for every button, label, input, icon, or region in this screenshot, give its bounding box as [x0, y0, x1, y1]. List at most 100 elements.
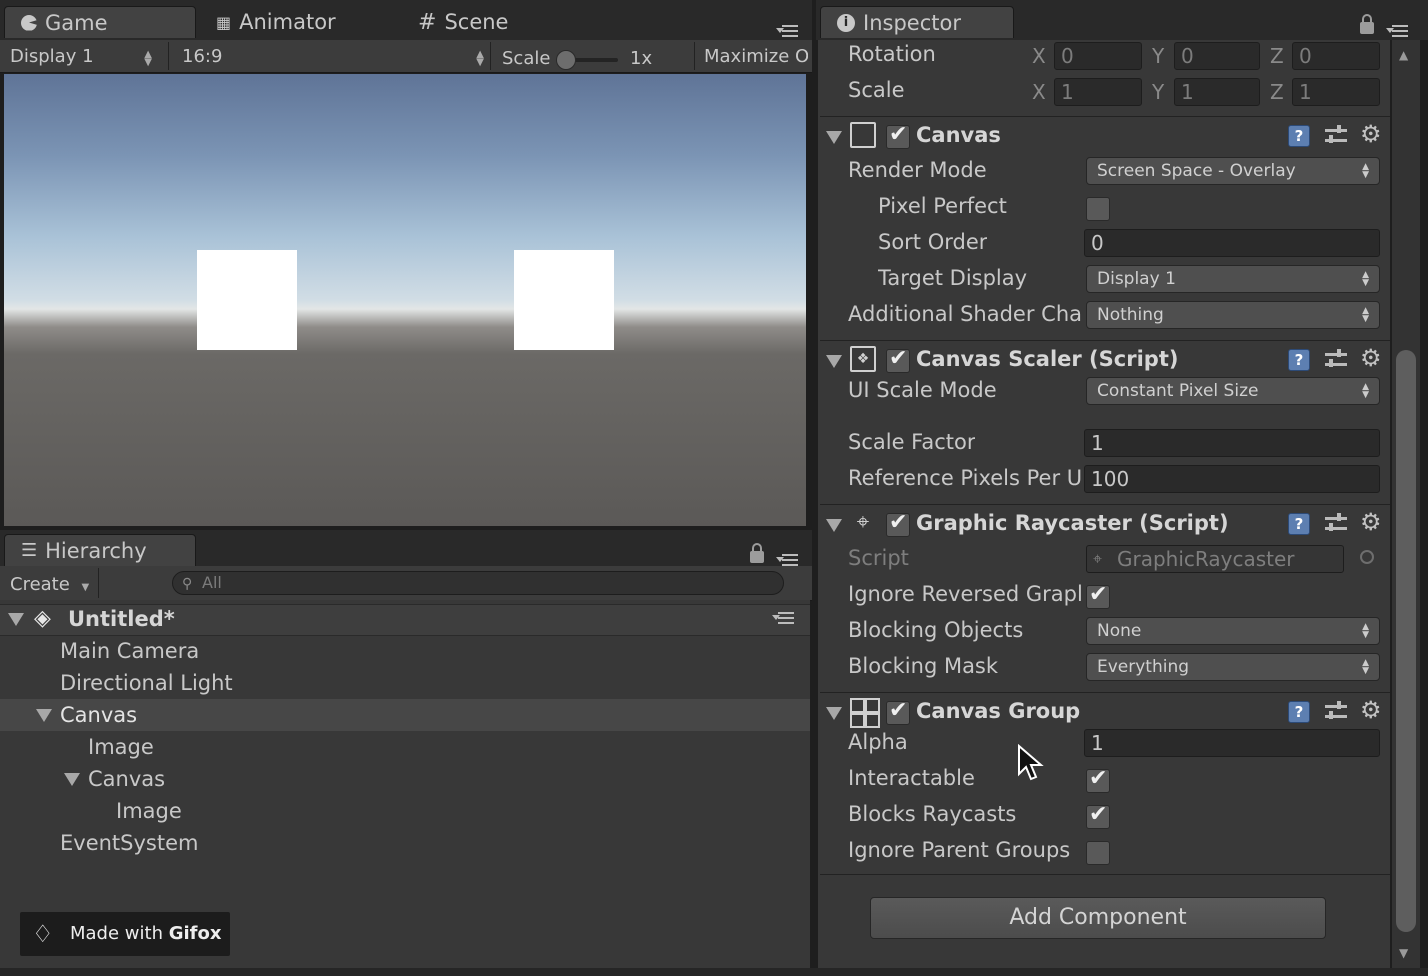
help-icon[interactable]: ? [1288, 349, 1310, 371]
collapse-triangle-icon[interactable] [826, 519, 842, 532]
alpha-field[interactable]: 1 [1084, 729, 1380, 757]
scale-factor-field[interactable]: 1 [1084, 429, 1380, 457]
blocking-objects-label: Blocking Objects [848, 618, 1024, 642]
aspect-dropdown[interactable]: 16:9 ▲ ▼ [182, 46, 484, 68]
scroll-down-icon[interactable]: ▼ [1399, 946, 1408, 960]
scroll-up-icon[interactable]: ▲ [1399, 48, 1408, 62]
interactable-checkbox[interactable] [1086, 766, 1110, 793]
inspector-menu-icon[interactable] [1386, 22, 1408, 38]
tab-scene[interactable]: # Scene [402, 6, 602, 38]
expand-triangle-icon[interactable] [8, 613, 24, 626]
help-icon[interactable]: ? [1288, 701, 1310, 723]
scale-z-field[interactable]: 1 [1292, 78, 1380, 106]
gifox-watermark: ♢ Made with Gifox [20, 912, 230, 956]
render-mode-dropdown[interactable]: Screen Space - Overlay ▲ ▼ [1086, 157, 1380, 185]
script-field: ⌖ GraphicRaycaster [1086, 545, 1344, 573]
scene-name: Untitled* [68, 607, 175, 631]
list-item[interactable]: Image [0, 731, 810, 763]
hierarchy-item-label: Canvas [60, 703, 138, 727]
alpha-label: Alpha [848, 730, 908, 754]
script-icon: ⌖ [1093, 549, 1103, 568]
gear-icon[interactable]: ⚙ [1360, 346, 1382, 370]
sort-order-field[interactable]: 0 [1084, 229, 1380, 257]
target-display-dropdown[interactable]: Display 1 ▲ ▼ [1086, 265, 1380, 293]
display-dropdown-label: Display 1 [10, 46, 94, 67]
gear-icon[interactable]: ⚙ [1360, 122, 1382, 146]
list-item[interactable]: Canvas [0, 699, 810, 731]
chevron-down-icon: ▼ [81, 582, 90, 593]
axis-x-label: X [1032, 80, 1046, 104]
canvas-scaler-icon: ❖ [850, 346, 876, 372]
scale-y-field[interactable]: 1 [1174, 78, 1260, 106]
game-panel-menu-icon[interactable] [776, 22, 798, 38]
collapse-triangle-icon[interactable] [826, 707, 842, 720]
tab-inspector-label: Inspector [863, 10, 961, 35]
rotation-x-field[interactable]: 0 [1054, 42, 1142, 70]
graphic-raycaster-enabled-checkbox[interactable] [886, 510, 910, 537]
expand-triangle-icon[interactable] [36, 709, 52, 722]
tab-hierarchy[interactable]: ☰ Hierarchy [4, 534, 196, 566]
gifox-logo-icon: ♢ [32, 920, 54, 948]
shader-channels-dropdown[interactable]: Nothing ▲ ▼ [1086, 301, 1380, 329]
collapse-triangle-icon[interactable] [826, 131, 842, 144]
collapse-triangle-icon[interactable] [826, 355, 842, 368]
ignore-reversed-label: Ignore Reversed Grapl [848, 582, 1082, 606]
preset-icon[interactable] [1325, 349, 1347, 371]
scale-slider-thumb[interactable] [556, 50, 576, 70]
updown-arrows-icon: ▲ ▼ [1362, 306, 1369, 324]
game-viewport[interactable] [4, 74, 806, 526]
help-icon[interactable]: ? [1288, 513, 1310, 535]
preset-icon[interactable] [1325, 701, 1347, 723]
canvas-group-enabled-checkbox[interactable] [886, 698, 910, 725]
list-item[interactable]: EventSystem [0, 827, 810, 859]
target-display-label: Target Display [878, 266, 1028, 290]
blocking-mask-dropdown[interactable]: Everything ▲ ▼ [1086, 653, 1380, 681]
create-dropdown[interactable]: Create ▼ [10, 574, 89, 595]
scene-menu-icon[interactable] [772, 609, 794, 625]
pixel-perfect-label: Pixel Perfect [878, 194, 1007, 218]
axis-y-label: Y [1152, 80, 1165, 104]
rotation-z-field[interactable]: 0 [1292, 42, 1380, 70]
help-icon[interactable]: ? [1288, 125, 1310, 147]
pixel-perfect-checkbox[interactable] [1086, 197, 1110, 221]
list-icon: ☰ [21, 540, 38, 561]
tab-inspector[interactable]: i Inspector [820, 6, 1014, 38]
gear-icon[interactable]: ⚙ [1360, 510, 1382, 534]
updown-arrows-icon: ▲ ▼ [476, 49, 484, 68]
hierarchy-item-label: Main Camera [60, 639, 200, 663]
scrollbar-thumb[interactable] [1396, 350, 1416, 932]
tab-animator[interactable]: ▦ Animator [200, 6, 400, 38]
scale-x-field[interactable]: 1 [1054, 78, 1142, 106]
blocking-objects-dropdown[interactable]: None ▲ ▼ [1086, 617, 1380, 645]
canvas-scaler-enabled-checkbox[interactable] [886, 346, 910, 373]
aspect-dropdown-label: 16:9 [182, 46, 223, 67]
hierarchy-item-label: Directional Light [60, 671, 233, 695]
hierarchy-search-input[interactable] [172, 571, 784, 595]
target-display-value: Display 1 [1097, 269, 1176, 289]
list-item[interactable]: Main Camera [0, 635, 810, 667]
blocks-raycasts-checkbox[interactable] [1086, 802, 1110, 829]
tab-game[interactable]: Game [4, 6, 196, 38]
preset-icon[interactable] [1325, 513, 1347, 535]
add-component-button[interactable]: Add Component [870, 897, 1326, 939]
object-picker-icon[interactable] [1360, 550, 1374, 564]
list-item[interactable]: Directional Light [0, 667, 810, 699]
ui-scale-mode-dropdown[interactable]: Constant Pixel Size ▲ ▼ [1086, 377, 1380, 405]
lock-icon[interactable] [1360, 14, 1374, 34]
ignore-parent-groups-checkbox[interactable] [1086, 841, 1110, 865]
preset-icon[interactable] [1325, 125, 1347, 147]
gear-icon[interactable]: ⚙ [1360, 698, 1382, 722]
ui-scale-mode-label: UI Scale Mode [848, 378, 997, 402]
list-item[interactable]: Image [0, 795, 810, 827]
canvas-enabled-checkbox[interactable] [886, 122, 910, 149]
ignore-reversed-checkbox[interactable] [1086, 582, 1110, 609]
expand-triangle-icon[interactable] [64, 773, 80, 786]
display-dropdown[interactable]: Display 1 ▲ ▼ [10, 46, 158, 68]
list-item[interactable]: Canvas [0, 763, 810, 795]
rotation-y-field[interactable]: 0 [1174, 42, 1260, 70]
lock-icon[interactable] [750, 543, 764, 563]
maximize-on-play-button[interactable]: Maximize O [704, 46, 808, 67]
hierarchy-menu-icon[interactable] [776, 551, 798, 567]
ref-ppu-field[interactable]: 100 [1084, 465, 1380, 493]
tab-hierarchy-label: Hierarchy [45, 538, 147, 563]
